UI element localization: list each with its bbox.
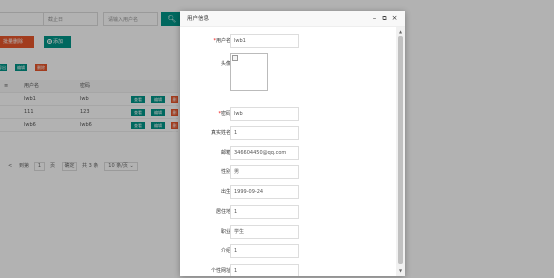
website-field[interactable]: 1 bbox=[230, 264, 299, 276]
scroll-down-icon[interactable]: ▼ bbox=[398, 268, 403, 273]
occupation-field[interactable]: 学生 bbox=[230, 225, 299, 239]
gender-field[interactable]: 男 bbox=[230, 165, 299, 179]
field-label: *用户名 bbox=[213, 38, 231, 44]
field-label: 个性网址 bbox=[210, 268, 231, 274]
field-label: 真实姓名 bbox=[210, 130, 231, 136]
user-info-dialog: 用户信息 – ⧉ × *用户名 lwb1 头像 *密码 lwb 真实姓名 1 邮 bbox=[180, 11, 405, 276]
dialog-header[interactable]: 用户信息 – ⧉ × bbox=[180, 11, 405, 27]
email-field[interactable]: 346604450@qq.com bbox=[230, 146, 299, 160]
maximize-icon[interactable]: ⧉ bbox=[381, 14, 388, 23]
password-field[interactable]: lwb bbox=[230, 107, 299, 121]
scrollbar-thumb[interactable] bbox=[398, 36, 403, 264]
dialog-body: *用户名 lwb1 头像 *密码 lwb 真实姓名 1 邮箱 346604450… bbox=[180, 27, 405, 276]
minimize-icon[interactable]: – bbox=[371, 14, 378, 23]
scroll-up-icon[interactable]: ▲ bbox=[398, 29, 403, 34]
broken-image-icon bbox=[232, 55, 238, 61]
dialog-title: 用户信息 bbox=[187, 16, 210, 22]
intro-field[interactable]: 1 bbox=[230, 244, 299, 258]
birthday-field[interactable]: 1999-09-24 bbox=[230, 185, 299, 199]
realname-field[interactable]: 1 bbox=[230, 126, 299, 140]
residence-field[interactable]: 1 bbox=[230, 205, 299, 219]
username-field[interactable]: lwb1 bbox=[230, 34, 299, 48]
field-label: 居住地 bbox=[215, 209, 231, 215]
close-icon[interactable]: × bbox=[391, 14, 398, 23]
avatar-image[interactable] bbox=[230, 53, 268, 91]
